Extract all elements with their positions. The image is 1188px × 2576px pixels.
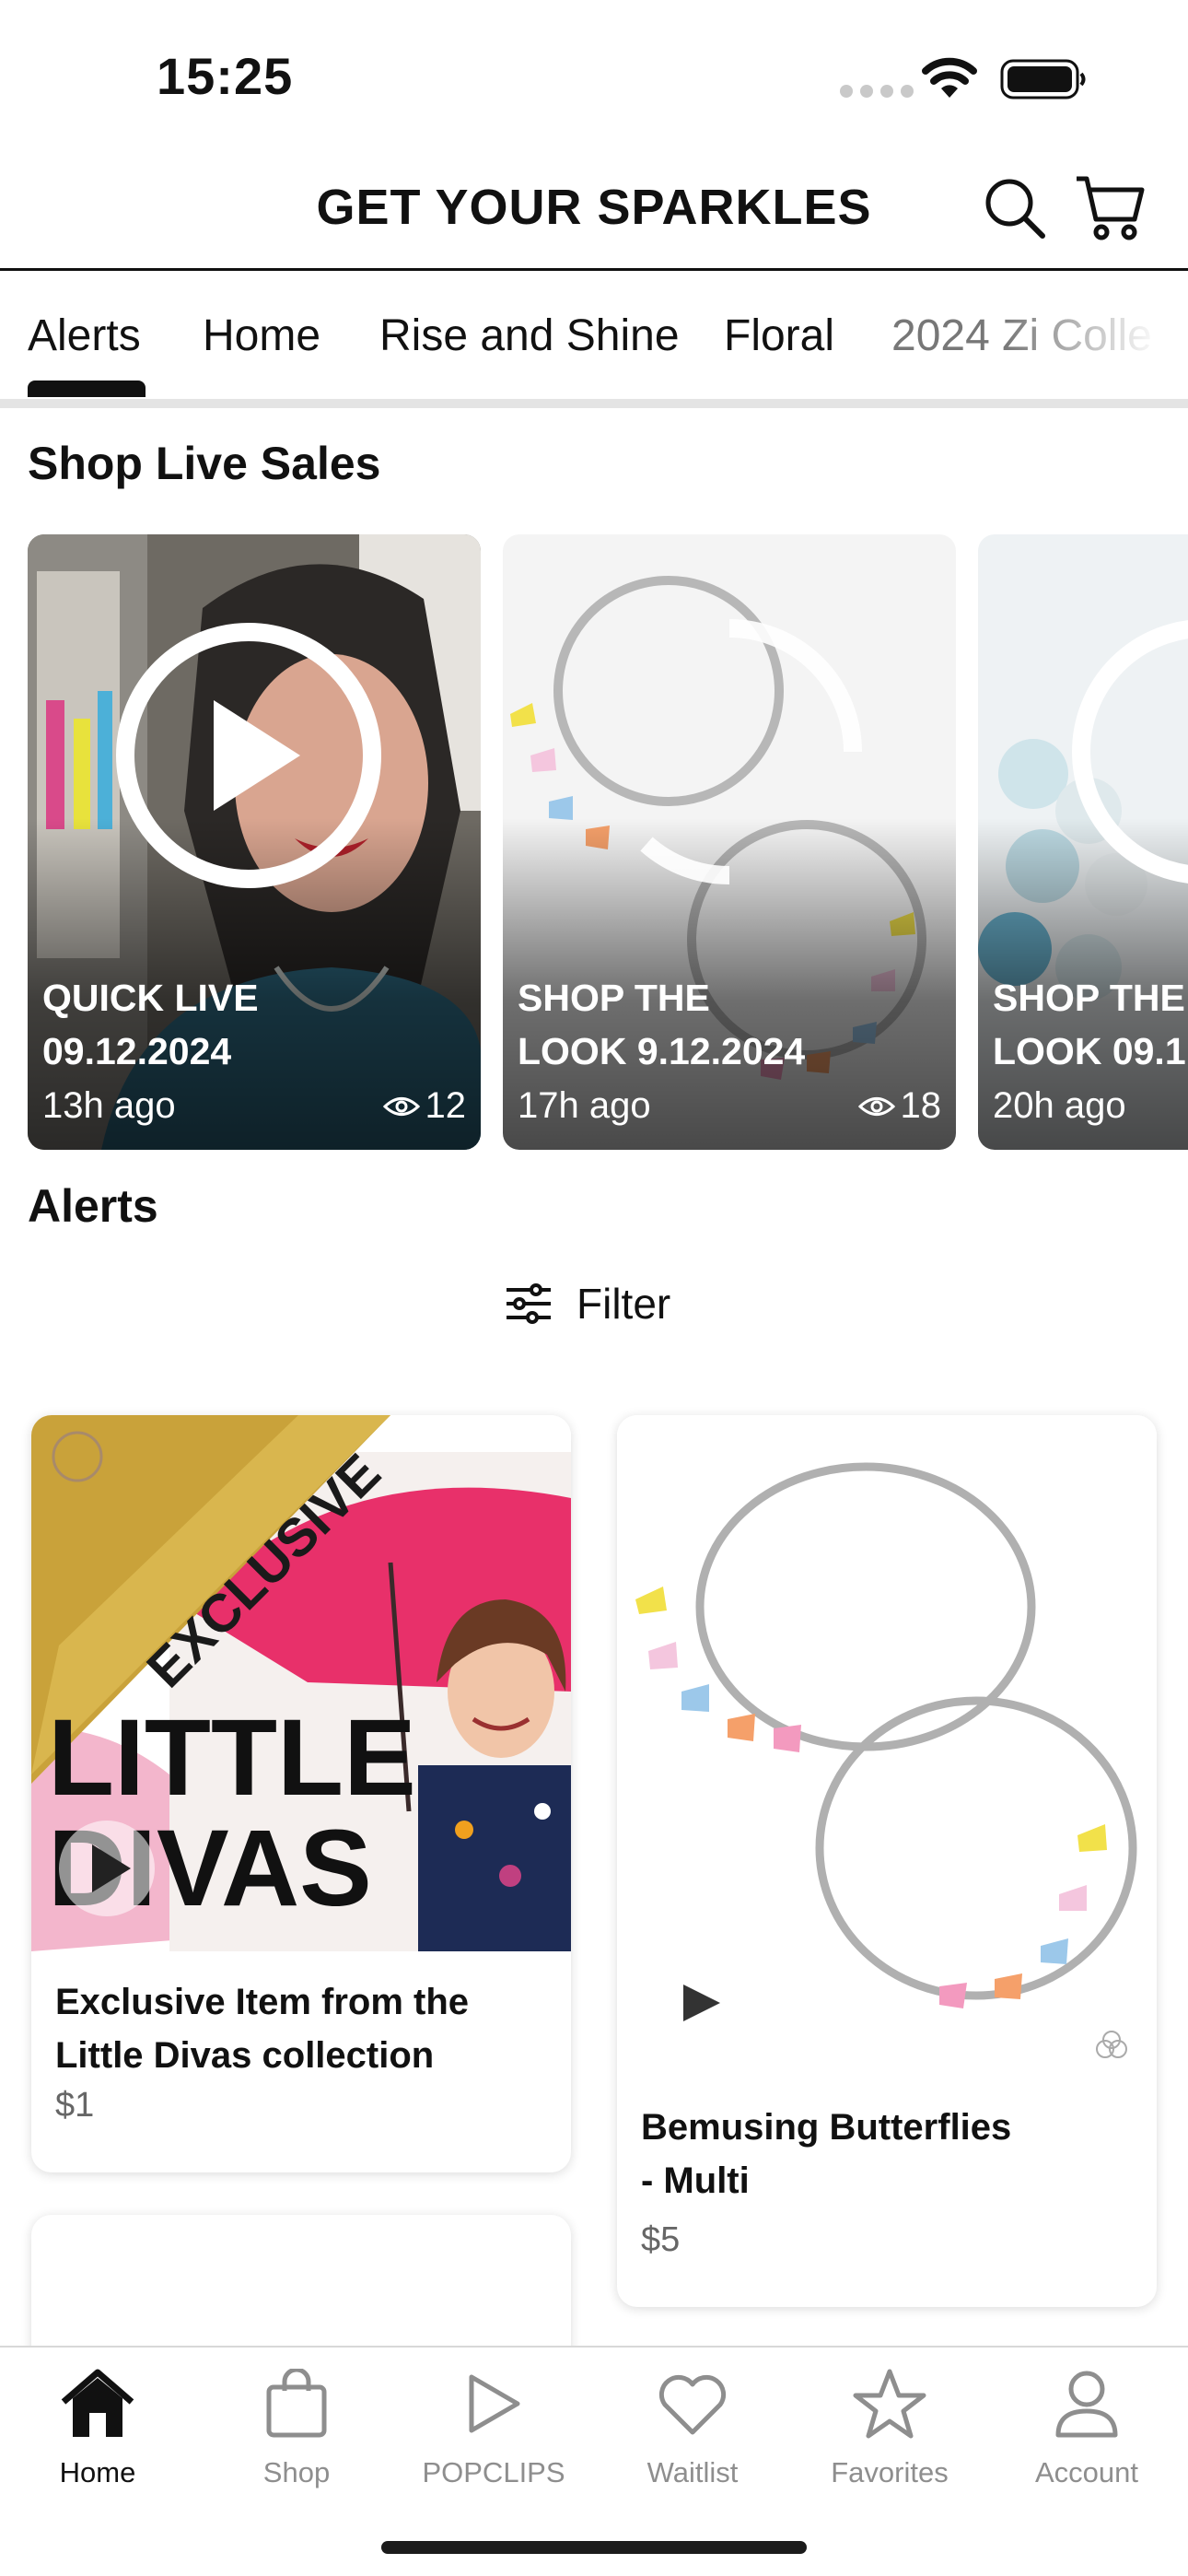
live-sale-card[interactable]: QUICK LIVE 09.12.2024 13h ago 12 xyxy=(28,534,481,1150)
nav-label: Home xyxy=(59,2456,136,2488)
nav-label: Waitlist xyxy=(646,2456,739,2488)
nav-account[interactable]: Account xyxy=(995,2364,1179,2489)
search-icon[interactable] xyxy=(982,175,1048,241)
category-tabs: Alerts Home Rise and Shine Floral 2024 Z… xyxy=(0,274,1188,408)
live-sale-time: 20h ago xyxy=(993,1085,1126,1126)
cellular-signal-icon xyxy=(840,85,914,98)
product-image-art xyxy=(617,1415,1157,2078)
shopping-bag-icon xyxy=(266,2369,327,2438)
view-count-value: 18 xyxy=(900,1085,942,1126)
heart-icon xyxy=(658,2374,727,2435)
nav-shop[interactable]: Shop xyxy=(204,2364,389,2489)
view-count: 18 xyxy=(857,1085,942,1127)
tab-alerts[interactable]: Alerts xyxy=(28,310,141,361)
tab-home[interactable]: Home xyxy=(203,310,320,361)
battery-icon xyxy=(1000,59,1086,100)
eye-icon xyxy=(857,1096,895,1116)
play-icon[interactable] xyxy=(1066,614,1188,890)
status-bar: 15:25 xyxy=(0,0,1188,147)
nav-label: Account xyxy=(1034,2456,1138,2488)
nav-home[interactable]: Home xyxy=(6,2364,190,2489)
home-indicator[interactable] xyxy=(381,2541,807,2554)
filter-label: Filter xyxy=(577,1280,671,1328)
product-image xyxy=(617,1415,1157,2078)
nav-favorites[interactable]: Favorites xyxy=(798,2364,982,2489)
status-time: 15:25 xyxy=(157,47,294,105)
product-name: Exclusive Item from the Little Divas col… xyxy=(55,1982,470,2076)
nav-label: Shop xyxy=(262,2456,331,2488)
live-sale-title: SHOP THE LOOK 9.12.2024 xyxy=(518,977,806,1072)
app-header: GET YOUR SPARKLES xyxy=(0,147,1188,271)
live-sale-time: 13h ago xyxy=(42,1085,176,1126)
alerts-heading: Alerts xyxy=(28,1180,158,1232)
product-card[interactable]: Bemusing Butterflies - Multi $5 xyxy=(617,1415,1157,2307)
live-sales-heading: Shop Live Sales xyxy=(28,438,381,489)
filter-button[interactable]: Filter xyxy=(505,1279,670,1329)
nav-popclips[interactable]: POPCLIPS xyxy=(402,2364,586,2489)
home-icon xyxy=(61,2369,134,2437)
live-sale-title: SHOP THE LOOK 09.1 xyxy=(993,977,1186,1072)
play-icon[interactable] xyxy=(591,614,868,890)
nav-waitlist[interactable]: Waitlist xyxy=(600,2364,785,2489)
wifi-icon xyxy=(922,57,977,98)
play-icon[interactable] xyxy=(111,617,387,894)
image-text-line-1: LITTLE xyxy=(48,1697,416,1819)
live-sales-carousel[interactable]: QUICK LIVE 09.12.2024 13h ago 12 SHOP TH… xyxy=(0,534,1188,1150)
product-image: EXCLUSIVE LITTLE DIVAS xyxy=(31,1415,571,1951)
tab-floral[interactable]: Floral xyxy=(724,310,834,361)
tab-rise-and-shine[interactable]: Rise and Shine xyxy=(379,310,680,361)
product-price: $5 xyxy=(641,2220,681,2259)
product-image-art: EXCLUSIVE LITTLE DIVAS xyxy=(31,1415,571,1951)
cart-icon[interactable] xyxy=(1074,171,1146,243)
star-icon xyxy=(853,2369,926,2439)
tabs-fade-overlay xyxy=(1004,274,1188,399)
nav-label: Favorites xyxy=(831,2456,949,2488)
product-price: $1 xyxy=(55,2086,95,2125)
live-sale-card[interactable]: SHOP THE LOOK 09.1 20h ago xyxy=(978,534,1188,1150)
play-icon xyxy=(469,2374,520,2433)
live-sale-card[interactable]: SHOP THE LOOK 9.12.2024 17h ago 18 xyxy=(503,534,956,1150)
view-count: 12 xyxy=(382,1085,467,1127)
nav-label: POPCLIPS xyxy=(422,2456,565,2488)
product-card[interactable]: EXCLUSIVE LITTLE DIVAS Exclusive Item fr… xyxy=(31,1415,571,2172)
live-sale-time: 17h ago xyxy=(518,1085,651,1126)
account-icon xyxy=(1055,2371,1118,2438)
filter-sliders-icon xyxy=(507,1283,551,1324)
view-count-value: 12 xyxy=(425,1085,467,1126)
eye-icon xyxy=(382,1096,420,1116)
live-sale-title: QUICK LIVE 09.12.2024 xyxy=(42,977,259,1072)
active-tab-indicator xyxy=(28,381,146,397)
product-name: Bemusing Butterflies - Multi xyxy=(641,2107,1012,2201)
